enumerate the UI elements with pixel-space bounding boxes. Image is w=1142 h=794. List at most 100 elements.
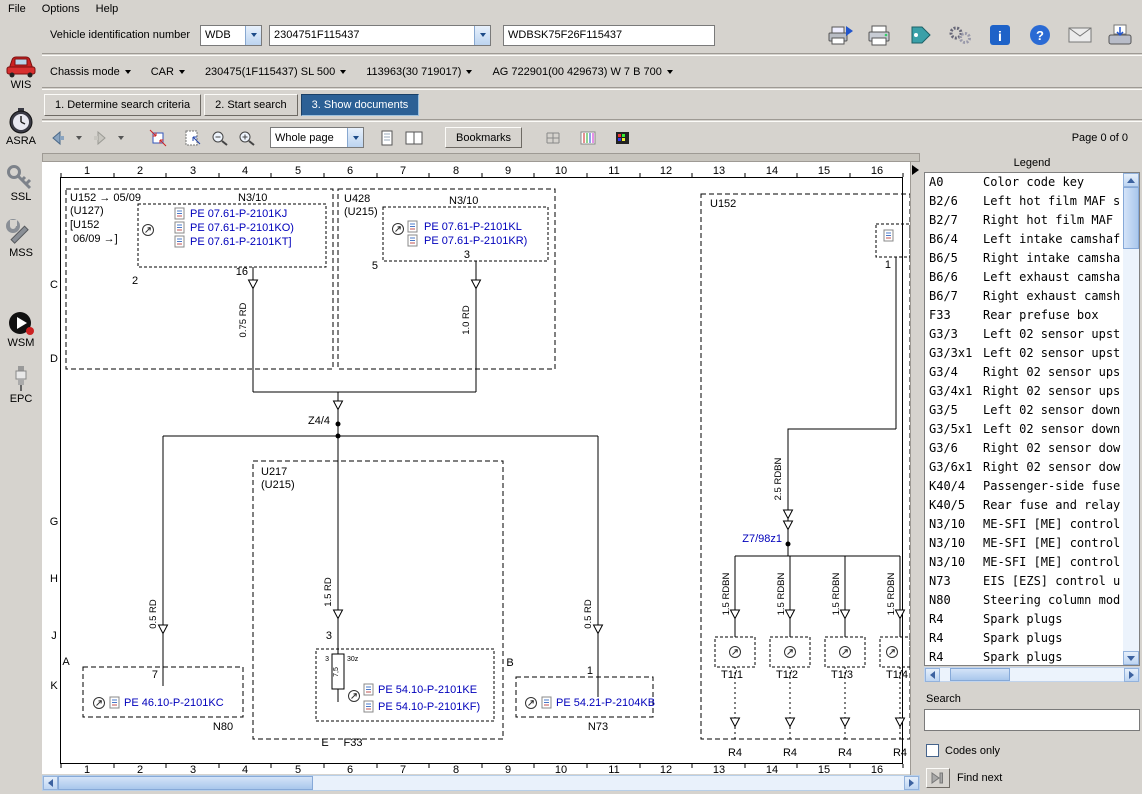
dropdown-arrow-icon[interactable]: [474, 25, 491, 45]
sidebar-item-mss[interactable]: MSS: [0, 219, 42, 259]
dropdown-arrow-icon[interactable]: [245, 25, 262, 45]
legend-row[interactable]: R4 Spark plugs: [925, 648, 1123, 665]
doc-link[interactable]: PE 46.10-P-2101KC: [124, 697, 224, 709]
zoom-out-button[interactable]: [208, 127, 232, 149]
color-bars-button[interactable]: [576, 127, 600, 149]
scroll-up-button[interactable]: [1123, 173, 1139, 187]
model-menu[interactable]: 230475(1F115437) SL 500: [205, 66, 347, 78]
zoom-in-button[interactable]: [235, 127, 259, 149]
zoom-mode-combo[interactable]: Whole page: [270, 127, 364, 148]
sidebar-item-wsm[interactable]: WSM: [0, 309, 42, 349]
scroll-thumb[interactable]: [58, 776, 313, 790]
wmi-combo[interactable]: WDB: [200, 24, 263, 46]
wiring-diagram-canvas[interactable]: 1 2 3 4 5 6 7 8 9 10 11 12 13 14 15 16 1 2 3 4 5 6 7 8 9 10 11 12 1…: [42, 162, 910, 774]
legend-row[interactable]: G3/6 Right 02 sensor dow: [925, 439, 1123, 458]
tab-show-documents[interactable]: 3. Show documents: [300, 93, 420, 116]
legend-row[interactable]: B6/5 Right intake camsha: [925, 249, 1123, 268]
legend-row[interactable]: K40/5 Rear fuse and relay: [925, 496, 1123, 515]
chassis-mode-menu[interactable]: Chassis mode: [50, 66, 131, 78]
tag-icon[interactable]: [906, 23, 934, 47]
scroll-left-button[interactable]: [925, 668, 940, 682]
legend-horizontal-scrollbar[interactable]: [924, 667, 1140, 682]
mail-icon[interactable]: [1066, 23, 1094, 47]
tab-determine-search-criteria[interactable]: 1. Determine search criteria: [44, 93, 202, 116]
single-page-button[interactable]: [375, 127, 399, 149]
doc-link[interactable]: PE 07.61-P-2101KL: [424, 221, 522, 233]
info-icon[interactable]: i: [986, 23, 1014, 47]
full-vin-field[interactable]: [503, 24, 716, 46]
fit-view-button[interactable]: [146, 127, 170, 149]
scroll-left-button[interactable]: [43, 776, 58, 790]
settings-gears-icon[interactable]: [946, 23, 974, 47]
doc-link[interactable]: PE 07.61-P-2101KO): [190, 222, 294, 234]
legend-row[interactable]: G3/4x1 Right 02 sensor ups: [925, 382, 1123, 401]
legend-row[interactable]: G3/6x1 Right 02 sensor dow: [925, 458, 1123, 477]
legend-row[interactable]: B6/6 Left exhaust camsha: [925, 268, 1123, 287]
back-button[interactable]: [46, 127, 70, 149]
help-icon[interactable]: ?: [1026, 23, 1054, 47]
color-settings-button[interactable]: [611, 127, 635, 149]
diagram-horizontal-scrollbar[interactable]: [42, 775, 920, 791]
menu-help[interactable]: Help: [88, 2, 127, 16]
bookmarks-button[interactable]: Bookmarks: [445, 127, 523, 148]
legend-row[interactable]: G3/5 Left 02 sensor down: [925, 401, 1123, 420]
legend-row[interactable]: G3/3 Left 02 sensor upst: [925, 325, 1123, 344]
scroll-right-button[interactable]: [1124, 668, 1139, 682]
legend-row[interactable]: R4 Spark plugs: [925, 629, 1123, 648]
legend-row[interactable]: F33 Rear prefuse box: [925, 306, 1123, 325]
transmission-menu[interactable]: AG 722901(00 429673) W 7 B 700: [492, 66, 673, 78]
scroll-thumb[interactable]: [1123, 187, 1139, 249]
scroll-down-button[interactable]: [1123, 651, 1139, 665]
scroll-track[interactable]: [940, 668, 1124, 681]
legend-row[interactable]: N80 Steering column mod: [925, 591, 1123, 610]
find-next-button[interactable]: Find next: [926, 768, 1138, 788]
scroll-thumb[interactable]: [950, 668, 1010, 681]
scroll-right-button[interactable]: [904, 776, 919, 790]
export-tray-icon[interactable]: [1106, 23, 1134, 47]
doc-link[interactable]: PE 07.61-P-2101KT]: [190, 236, 292, 248]
doc-link[interactable]: PE 07.61-P-2101KJ: [190, 208, 287, 220]
scroll-track[interactable]: [58, 776, 904, 790]
search-input[interactable]: [924, 709, 1140, 731]
legend-row[interactable]: R4 Spark plugs: [925, 610, 1123, 629]
tab-start-search[interactable]: 2. Start search: [204, 93, 298, 116]
chassis-type-menu[interactable]: CAR: [151, 66, 185, 78]
doc-link[interactable]: Z7/98z1: [742, 533, 782, 545]
legend-row[interactable]: K40/4 Passenger-side fuse: [925, 477, 1123, 496]
print-icon[interactable]: [866, 23, 894, 47]
menu-options[interactable]: Options: [34, 2, 88, 16]
legend-row[interactable]: N3/10 ME-SFI [ME] control: [925, 553, 1123, 572]
diagram-vertical-scrollbar[interactable]: [910, 162, 920, 775]
grid-toggle-button[interactable]: [541, 127, 565, 149]
legend-row[interactable]: G3/3x1 Left 02 sensor upst: [925, 344, 1123, 363]
menu-file[interactable]: File: [0, 2, 34, 16]
splitter-bar[interactable]: [42, 153, 920, 162]
facing-pages-button[interactable]: [402, 127, 426, 149]
forward-history-dropdown[interactable]: [115, 127, 127, 149]
forward-button[interactable]: [88, 127, 112, 149]
legend-row[interactable]: B6/7 Right exhaust camsh: [925, 287, 1123, 306]
legend-row[interactable]: N3/10 ME-SFI [ME] control: [925, 534, 1123, 553]
sidebar-item-asra[interactable]: ASRA: [0, 107, 42, 147]
doc-link[interactable]: PE 54.10-P-2101KE: [378, 684, 477, 696]
legend-row[interactable]: A0 Color code key: [925, 173, 1123, 192]
legend-row[interactable]: G3/4 Right 02 sensor ups: [925, 363, 1123, 382]
doc-link[interactable]: PE 54.21-P-2104KB: [556, 697, 655, 709]
sidebar-item-ssl[interactable]: SSL: [0, 163, 42, 203]
legend-vertical-scrollbar[interactable]: [1123, 173, 1139, 665]
print-request-icon[interactable]: [826, 23, 854, 47]
legend-row[interactable]: B6/4 Left intake camshaf: [925, 230, 1123, 249]
legend-row[interactable]: N3/10 ME-SFI [ME] control: [925, 515, 1123, 534]
doc-link[interactable]: PE 07.61-P-2101KR): [424, 235, 527, 247]
legend-row[interactable]: G3/5x1 Left 02 sensor down: [925, 420, 1123, 439]
back-history-dropdown[interactable]: [73, 127, 85, 149]
vin-combo[interactable]: 2304751F115437: [269, 24, 492, 46]
doc-link[interactable]: PE 54.10-P-2101KF): [378, 701, 480, 713]
sidebar-item-wis[interactable]: WIS: [0, 51, 42, 91]
engine-menu[interactable]: 113963(30 719017): [366, 66, 473, 78]
legend-row[interactable]: B2/7 Right hot film MAF: [925, 211, 1123, 230]
sidebar-item-epc[interactable]: EPC: [0, 365, 42, 405]
legend-row[interactable]: B2/6 Left hot film MAF s: [925, 192, 1123, 211]
codes-only-checkbox[interactable]: [926, 744, 939, 757]
dropdown-arrow-icon[interactable]: [347, 128, 363, 147]
